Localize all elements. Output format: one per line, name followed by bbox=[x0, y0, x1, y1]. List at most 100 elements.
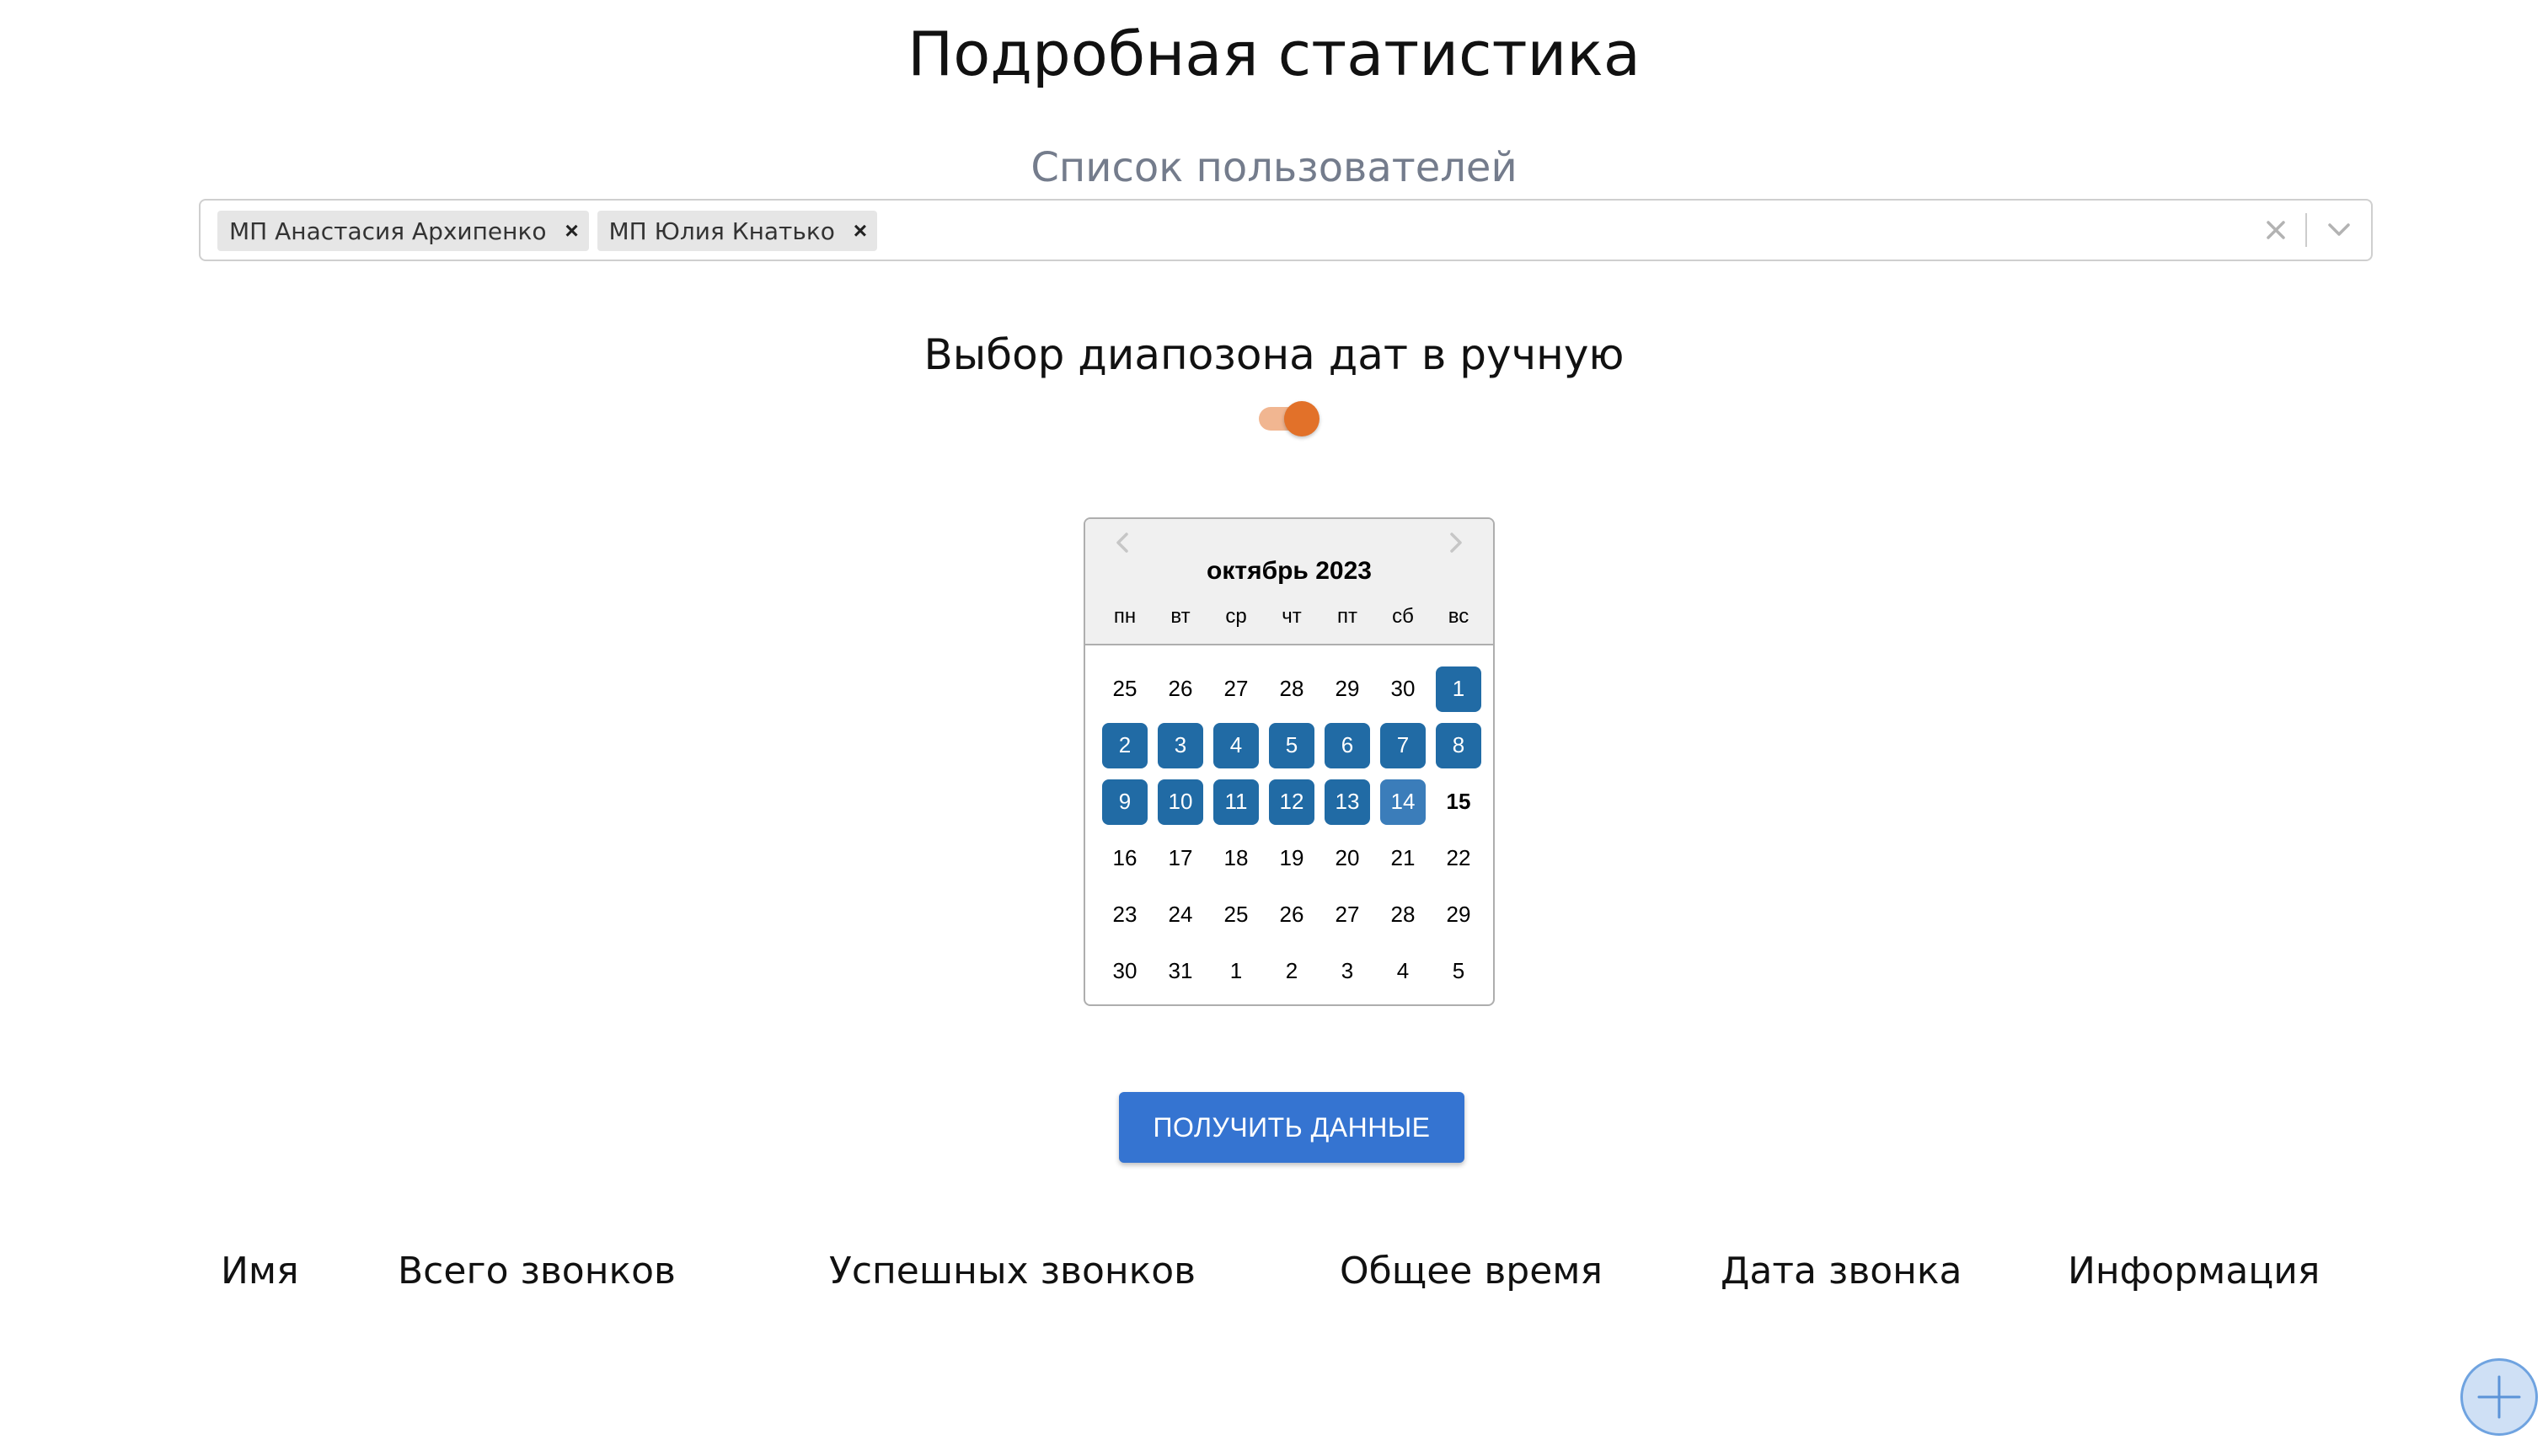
calendar-day-number: 9 bbox=[1102, 779, 1148, 825]
column-header-info[interactable]: Информация bbox=[2068, 1242, 2320, 1301]
calendar-day-number: 31 bbox=[1168, 958, 1193, 983]
calendar-day-number: 4 bbox=[1213, 722, 1259, 768]
chevron-down-icon[interactable] bbox=[2307, 201, 2371, 260]
calendar-day[interactable]: 29 bbox=[1320, 661, 1375, 717]
calendar-day[interactable]: 23 bbox=[1097, 886, 1153, 943]
calendar-day[interactable]: 12 bbox=[1264, 774, 1320, 830]
calendar-day-number: 6 bbox=[1325, 722, 1370, 768]
calendar-day[interactable]: 11 bbox=[1208, 774, 1264, 830]
user-chip: МП Юлия Кнатько × bbox=[597, 211, 877, 251]
calendar-day[interactable]: 15 bbox=[1431, 774, 1486, 830]
weekday-label: сб bbox=[1392, 605, 1414, 628]
calendar-day[interactable]: 3 bbox=[1320, 943, 1375, 999]
weekday-label: пт bbox=[1337, 605, 1357, 628]
calendar-day[interactable]: 1 bbox=[1208, 943, 1264, 999]
calendar-day[interactable]: 24 bbox=[1153, 886, 1208, 943]
users-multiselect[interactable]: МП Анастасия Архипенко × МП Юлия Кнатько… bbox=[199, 199, 2373, 261]
calendar-day[interactable]: 18 bbox=[1208, 830, 1264, 886]
calendar-day-number: 1 bbox=[1229, 958, 1243, 983]
calendar-day[interactable]: 16 bbox=[1097, 830, 1153, 886]
weekday-header: пн вт ср чт пт сб вс bbox=[1097, 598, 1486, 635]
calendar-day[interactable]: 2 bbox=[1264, 943, 1320, 999]
calendar-day-number: 22 bbox=[1446, 845, 1471, 870]
calendar-day[interactable]: 21 bbox=[1375, 830, 1431, 886]
date-picker: октябрь 2023 пн вт ср чт пт сб вс 25 26 27… bbox=[1084, 517, 1495, 1006]
calendar-day[interactable]: 31 bbox=[1153, 943, 1208, 999]
calendar-day[interactable]: 22 bbox=[1431, 830, 1486, 886]
calendar-day[interactable]: 25 bbox=[1097, 661, 1153, 717]
calendar-day-number: 12 bbox=[1269, 779, 1314, 825]
calendar-day[interactable]: 19 bbox=[1264, 830, 1320, 886]
weekday-label: пн bbox=[1113, 605, 1137, 628]
calendar-day-number: 21 bbox=[1390, 845, 1416, 870]
calendar-day[interactable]: 6 bbox=[1320, 717, 1375, 774]
calendar-day-number: 15 bbox=[1446, 789, 1471, 814]
calendar-day[interactable]: 5 bbox=[1264, 717, 1320, 774]
calendar-day[interactable]: 8 bbox=[1431, 717, 1486, 774]
manual-range-toggle[interactable] bbox=[1255, 398, 1325, 440]
calendar-day-number: 28 bbox=[1390, 902, 1416, 927]
calendar-day[interactable]: 3 bbox=[1153, 717, 1208, 774]
calendar-days: 25 26 27 28 29 30 1 2 3 4 5 6 7 8 9 10 11 12 13 14 15 16 17 18 1… bbox=[1097, 661, 1486, 999]
calendar-day[interactable]: 25 bbox=[1208, 886, 1264, 943]
calendar-day[interactable]: 7 bbox=[1375, 717, 1431, 774]
user-chip-label: МП Анастасия Архипенко bbox=[229, 217, 547, 245]
calendar-day[interactable]: 29 bbox=[1431, 886, 1486, 943]
calendar-day[interactable]: 4 bbox=[1375, 943, 1431, 999]
user-chip: МП Анастасия Архипенко × bbox=[217, 211, 589, 251]
user-chip-label: МП Юлия Кнатько bbox=[608, 217, 835, 245]
column-header-total-calls[interactable]: Всего звонков bbox=[398, 1242, 676, 1301]
calendar-day[interactable]: 28 bbox=[1375, 886, 1431, 943]
select-controls bbox=[2246, 201, 2371, 260]
column-header-name[interactable]: Имя bbox=[221, 1242, 299, 1301]
calendar-day[interactable]: 26 bbox=[1264, 886, 1320, 943]
calendar-day-number: 16 bbox=[1112, 845, 1138, 870]
calendar-day-number: 27 bbox=[1335, 902, 1360, 927]
calendar-day[interactable]: 27 bbox=[1208, 661, 1264, 717]
calendar-day-number: 30 bbox=[1390, 676, 1416, 701]
plus-icon bbox=[2477, 1375, 2521, 1419]
remove-user-button[interactable]: × bbox=[555, 211, 589, 251]
column-header-call-date[interactable]: Дата звонка bbox=[1721, 1242, 1962, 1301]
calendar-day[interactable]: 2 bbox=[1097, 717, 1153, 774]
calendar-day[interactable]: 4 bbox=[1208, 717, 1264, 774]
selected-users: МП Анастасия Архипенко × МП Юлия Кнатько… bbox=[217, 211, 877, 251]
calendar-day-number: 13 bbox=[1325, 779, 1370, 825]
calendar-day[interactable]: 14 bbox=[1375, 774, 1431, 830]
calendar-day[interactable]: 1 bbox=[1431, 661, 1486, 717]
clear-icon[interactable] bbox=[2246, 201, 2305, 260]
calendar-day[interactable]: 5 bbox=[1431, 943, 1486, 999]
column-header-total-time[interactable]: Общее время bbox=[1340, 1242, 1603, 1301]
weekday-label: ср bbox=[1225, 605, 1247, 628]
calendar-day[interactable]: 26 bbox=[1153, 661, 1208, 717]
users-list-label: Список пользователей bbox=[1030, 144, 1518, 191]
calendar-day-number: 26 bbox=[1168, 676, 1193, 701]
calendar-day[interactable]: 28 bbox=[1264, 661, 1320, 717]
calendar-day-number: 7 bbox=[1380, 722, 1426, 768]
add-button[interactable] bbox=[2460, 1358, 2538, 1436]
calendar-day[interactable]: 17 bbox=[1153, 830, 1208, 886]
calendar-day-number: 3 bbox=[1341, 958, 1354, 983]
calendar-header: октябрь 2023 пн вт ср чт пт сб вс bbox=[1085, 519, 1493, 645]
column-header-successful-calls[interactable]: Успешных звонков bbox=[829, 1242, 1196, 1301]
calendar-day-number: 5 bbox=[1452, 958, 1465, 983]
toggle-thumb bbox=[1284, 401, 1320, 436]
calendar-day-number: 20 bbox=[1335, 845, 1360, 870]
calendar-day[interactable]: 9 bbox=[1097, 774, 1153, 830]
calendar-day-number: 2 bbox=[1102, 722, 1148, 768]
calendar-day[interactable]: 13 bbox=[1320, 774, 1375, 830]
calendar-day-number: 2 bbox=[1285, 958, 1298, 983]
calendar-day-number: 1 bbox=[1436, 666, 1481, 712]
get-data-button[interactable]: ПОЛУЧИТЬ ДАННЫЕ bbox=[1119, 1092, 1464, 1163]
calendar-day[interactable]: 30 bbox=[1375, 661, 1431, 717]
calendar-day-number: 17 bbox=[1168, 845, 1193, 870]
calendar-day[interactable]: 10 bbox=[1153, 774, 1208, 830]
calendar-day-number: 18 bbox=[1223, 845, 1249, 870]
calendar-day-number: 11 bbox=[1213, 779, 1259, 825]
calendar-day-number: 29 bbox=[1446, 902, 1471, 927]
calendar-day[interactable]: 30 bbox=[1097, 943, 1153, 999]
remove-user-button[interactable]: × bbox=[843, 211, 877, 251]
calendar-day[interactable]: 20 bbox=[1320, 830, 1375, 886]
date-range-label: Выбор диапозона дат в ручную bbox=[923, 330, 1625, 379]
calendar-day[interactable]: 27 bbox=[1320, 886, 1375, 943]
